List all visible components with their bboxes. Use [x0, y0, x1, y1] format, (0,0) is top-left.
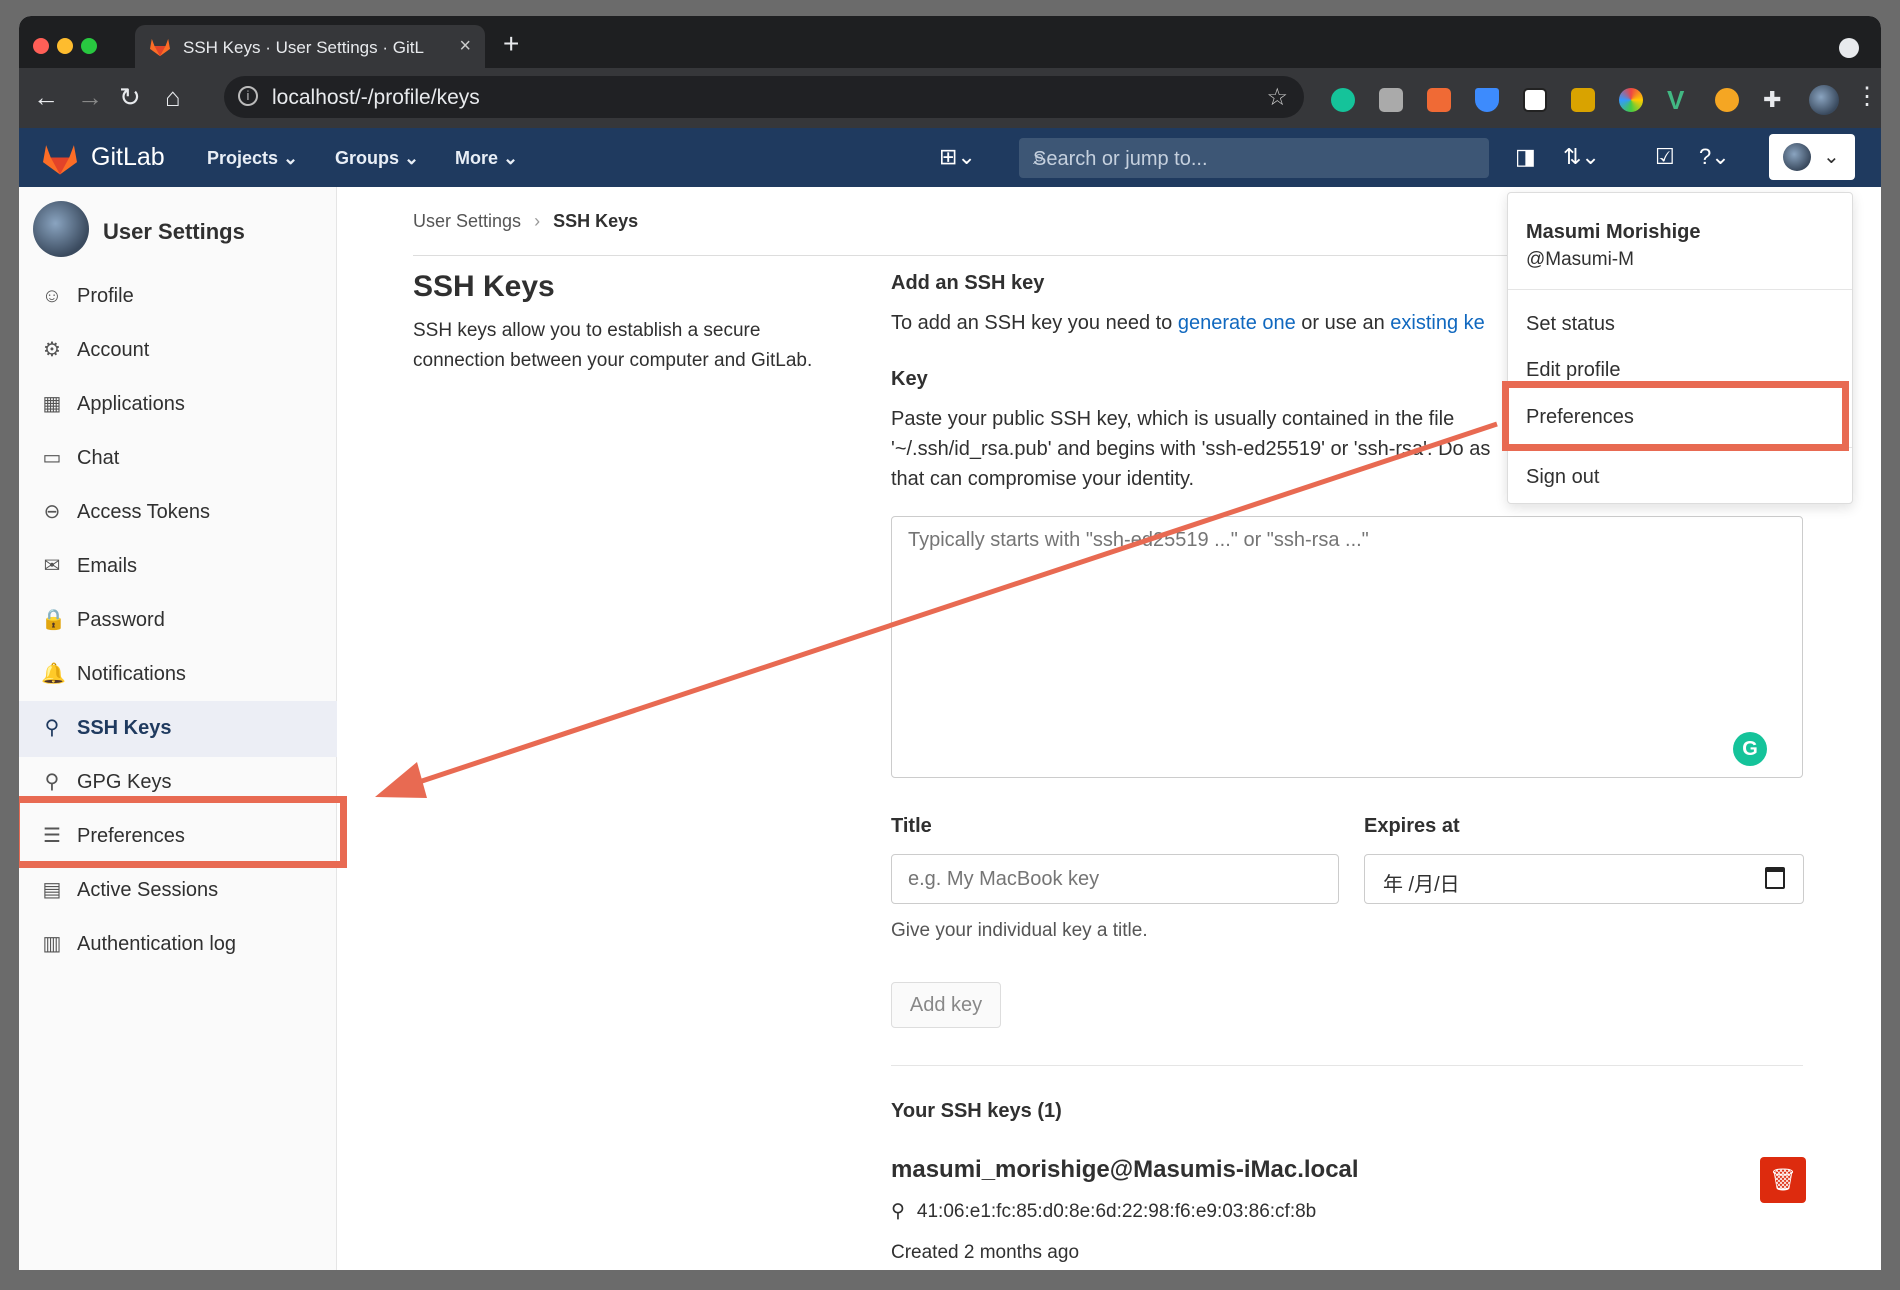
browser-window: SSH Keys · User Settings · GitL × + ← → … — [19, 16, 1881, 1270]
annotation-arrow — [375, 421, 1498, 798]
